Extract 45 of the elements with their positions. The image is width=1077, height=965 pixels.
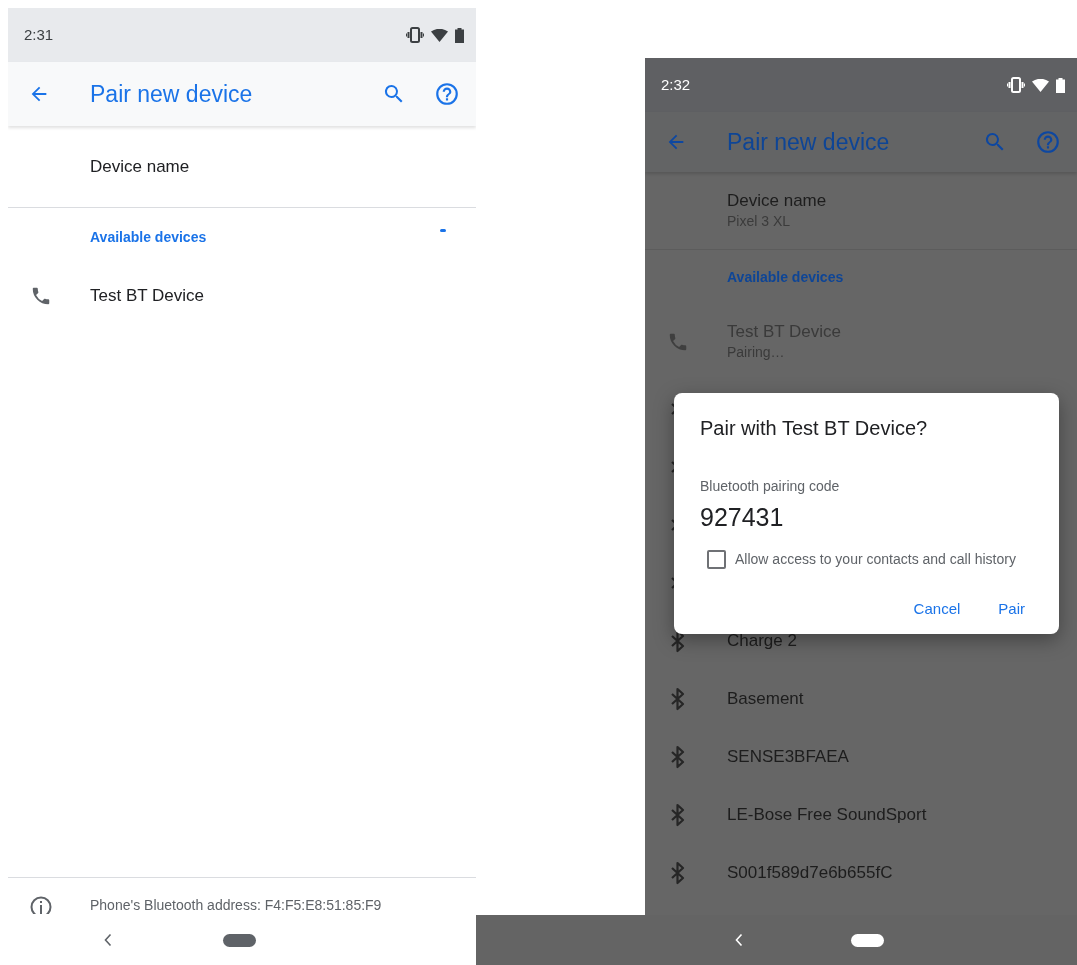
battery-icon xyxy=(1056,77,1065,93)
phone-icon xyxy=(30,285,52,307)
device-name: S001f589d7e6b655fC xyxy=(727,863,893,883)
code-label: Bluetooth pairing code xyxy=(700,477,841,496)
device-row[interactable]: SENSE3BFAEA xyxy=(645,728,1077,786)
device-name: LE-Bose Free SoundSport xyxy=(727,805,927,825)
bluetooth-address-text: Phone's Bluetooth address: F4:F5:E8:51:85:F9 xyxy=(90,897,382,914)
setting-title: Device name xyxy=(90,156,191,177)
info-icon xyxy=(30,896,52,914)
nav-back-icon[interactable] xyxy=(103,933,113,947)
dialog-title: Pair with Test BT Device? xyxy=(700,416,929,441)
vibrate-icon xyxy=(1007,77,1025,93)
screen-title: Pair new device xyxy=(90,79,254,109)
status-time: 2:32 xyxy=(661,74,691,95)
home-pill-icon[interactable] xyxy=(223,933,256,947)
phone-icon xyxy=(667,331,689,353)
device-name: Basement xyxy=(727,689,804,709)
wifi-icon xyxy=(431,28,448,42)
checkbox-label: Allow access to your contacts and call history xyxy=(735,549,1016,569)
bluetooth-icon xyxy=(670,803,686,827)
device-name: SENSE3BFAEA xyxy=(727,747,849,767)
home-pill-icon[interactable] xyxy=(851,933,884,947)
pairing-code: 927431 xyxy=(700,502,785,533)
dialog-button[interactable]: Pair xyxy=(990,593,1033,624)
section-header: Available devices xyxy=(727,267,844,287)
device-name-row[interactable]: Device name xyxy=(8,126,476,208)
device-name: Test BT Device xyxy=(90,286,204,306)
device-row[interactable]: S001f589d7e6b655fC xyxy=(645,844,1077,902)
bluetooth-icon xyxy=(670,687,686,711)
bluetooth-icon xyxy=(670,861,686,885)
battery-icon xyxy=(455,27,464,43)
bluetooth-icon xyxy=(670,745,686,769)
wifi-icon xyxy=(1032,78,1049,92)
screen-title: Pair new device xyxy=(727,127,891,157)
vibrate-icon xyxy=(406,27,424,43)
setting-title: Device name xyxy=(727,190,828,211)
device-row[interactable]: Basement xyxy=(645,670,1077,728)
status-time: 2:31 xyxy=(24,24,54,45)
device-row[interactable]: LE-Bose Free SoundSport xyxy=(645,786,1077,844)
device-name: Charge 2 xyxy=(727,631,797,651)
device-row[interactable]: Test BT Device xyxy=(8,266,476,326)
help-icon[interactable] xyxy=(434,81,460,107)
section-header: Available devices xyxy=(90,227,207,247)
checkbox[interactable] xyxy=(707,549,726,569)
dialog-button[interactable]: Cancel xyxy=(905,593,969,624)
